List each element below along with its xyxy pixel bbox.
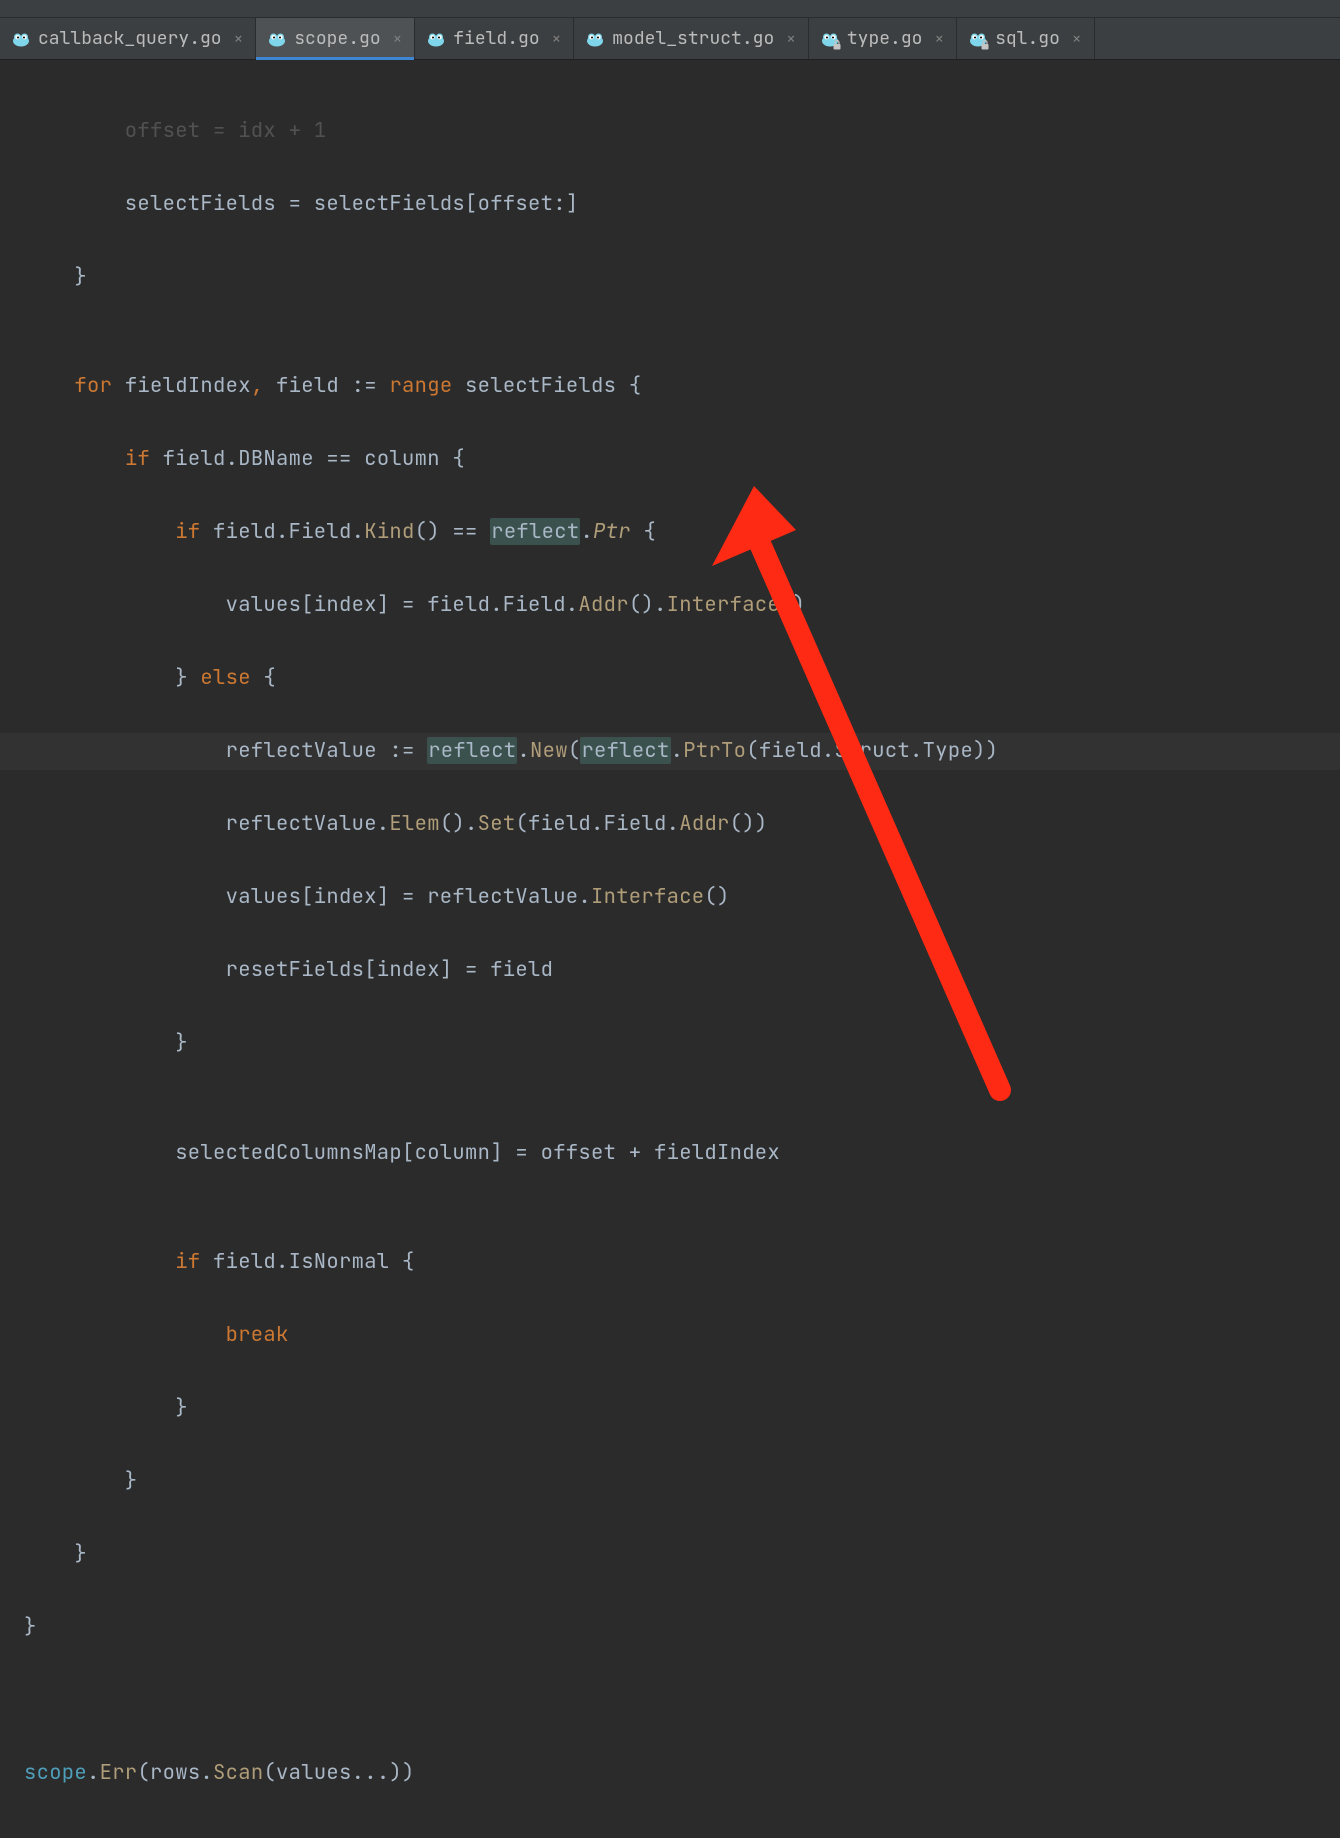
go-file-icon [821, 31, 839, 47]
code-line: offset = idx + 1 [24, 113, 1330, 150]
close-icon[interactable]: × [1068, 28, 1082, 49]
tab-bar: callback_query.go × scope.go × field.go … [0, 18, 1340, 60]
code-line-highlighted: reflectValue := reflect.New(reflect.PtrT… [0, 733, 1340, 770]
tab-sql[interactable]: sql.go × [957, 18, 1094, 59]
code-editor[interactable]: offset = idx + 1 selectFields = selectFi… [0, 60, 1340, 1838]
close-icon[interactable]: × [782, 28, 796, 49]
code-line: resetFields[index] = field [24, 952, 1330, 989]
close-icon[interactable]: × [548, 28, 562, 49]
code-line: } [24, 1609, 1330, 1646]
go-file-icon [12, 31, 30, 47]
code-line: selectFields = selectFields[offset:] [24, 186, 1330, 223]
tab-label: scope.go [294, 27, 380, 50]
code-line: } [24, 1463, 1330, 1500]
tab-model-struct[interactable]: model_struct.go × [574, 18, 809, 59]
code-line: } [24, 1390, 1330, 1427]
go-file-icon [427, 31, 445, 47]
close-icon[interactable]: × [230, 28, 244, 49]
close-icon[interactable]: × [930, 28, 944, 49]
tab-type[interactable]: type.go × [809, 18, 957, 59]
tab-label: type.go [847, 27, 923, 50]
code-line: } [24, 1025, 1330, 1062]
code-line: } [24, 259, 1330, 296]
go-file-icon [586, 31, 604, 47]
code-line: } else { [24, 660, 1330, 697]
code-line: if field.Field.Kind() == reflect.Ptr { [24, 514, 1330, 551]
code-line: } [24, 1536, 1330, 1573]
tab-field[interactable]: field.go × [415, 18, 574, 59]
tab-callback-query[interactable]: callback_query.go × [0, 18, 256, 59]
code-line: selectedColumnsMap[column] = offset + fi… [24, 1135, 1330, 1172]
code-line: scope.Err(rows.Scan(values...)) [24, 1755, 1330, 1792]
tab-label: sql.go [995, 27, 1060, 50]
tab-scope[interactable]: scope.go × [256, 18, 415, 59]
tab-label: model_struct.go [612, 27, 774, 50]
code-line: break [24, 1317, 1330, 1354]
code-line: values[index] = reflectValue.Interface() [24, 879, 1330, 916]
code-line: for fieldIndex, field := range selectFie… [24, 368, 1330, 405]
code-line: if field.IsNormal { [24, 1244, 1330, 1281]
lock-icon [980, 40, 990, 50]
toolbar-strip [0, 0, 1340, 18]
tab-label: field.go [453, 27, 539, 50]
code-line: if field.DBName == column { [24, 441, 1330, 478]
go-file-icon [268, 31, 286, 47]
tab-label: callback_query.go [38, 27, 222, 50]
go-file-icon [969, 31, 987, 47]
lock-icon [832, 40, 842, 50]
code-line: reflectValue.Elem().Set(field.Field.Addr… [24, 806, 1330, 843]
close-icon[interactable]: × [389, 28, 403, 49]
code-line: values[index] = field.Field.Addr().Inter… [24, 587, 1330, 624]
